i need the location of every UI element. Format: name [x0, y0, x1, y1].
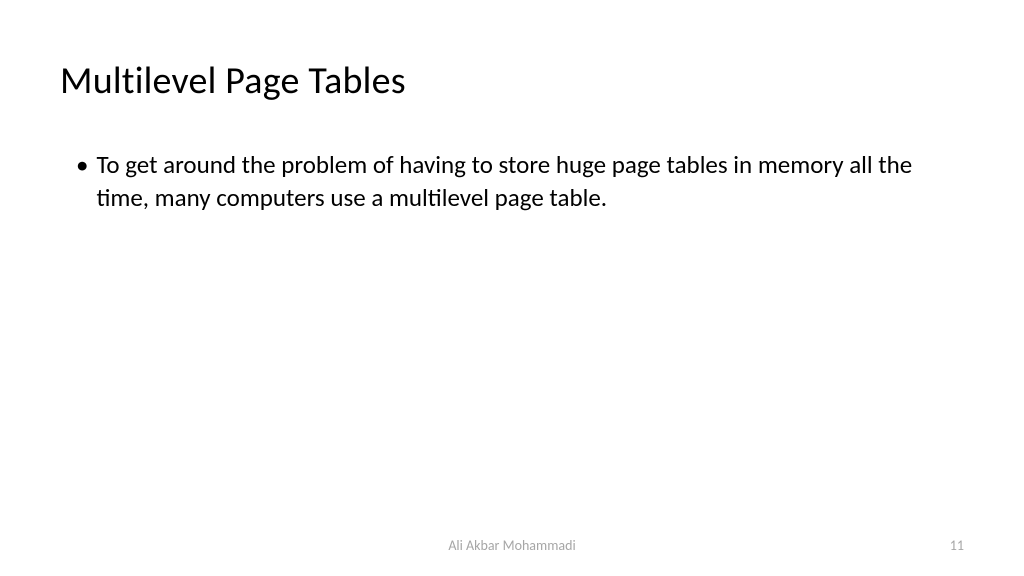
- slide-footer: Ali Akbar Mohammadi 11: [0, 537, 1024, 554]
- bullet-marker-icon: •: [76, 148, 88, 181]
- footer-author: Ali Akbar Mohammadi: [448, 537, 575, 554]
- bullet-text: To get around the problem of having to s…: [96, 148, 964, 214]
- footer-page-number: 11: [950, 537, 964, 554]
- bullet-item: • To get around the problem of having to…: [76, 148, 964, 214]
- slide-container: Multilevel Page Tables • To get around t…: [0, 0, 1024, 576]
- slide-content: • To get around the problem of having to…: [60, 148, 964, 214]
- slide-title: Multilevel Page Tables: [60, 58, 964, 104]
